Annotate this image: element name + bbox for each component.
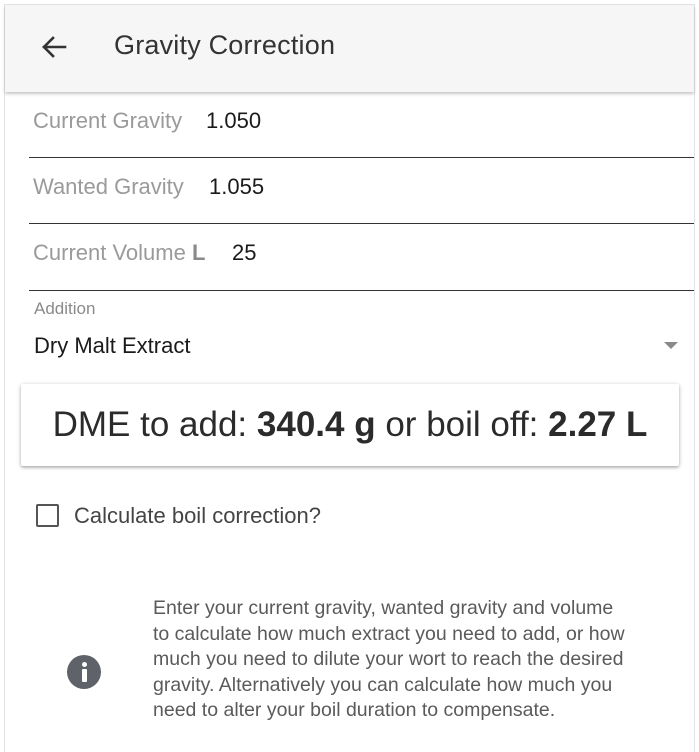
current-volume-input[interactable]: 25 [232,240,256,266]
current-gravity-label: Current Gravity [33,108,183,133]
addition-select-value: Dry Malt Extract [34,333,191,358]
boil-correction-checkbox[interactable] [36,504,59,527]
current-volume-field[interactable]: Current Volume L 25 [29,224,694,291]
wanted-gravity-field[interactable]: Wanted Gravity 1.055 [29,158,694,224]
extract-amount: 340.4 g [256,405,376,444]
info-text: Enter your current gravity, wanted gravi… [153,597,625,721]
wanted-gravity-input[interactable]: 1.055 [209,174,264,200]
app-bar: Gravity Correction [5,5,694,92]
current-gravity-field[interactable]: Current Gravity 1.050 [29,92,694,158]
current-volume-label-text: Current Volume [33,240,186,265]
arrow-left-icon [42,36,67,58]
wanted-gravity-label: Wanted Gravity [33,174,184,199]
current-gravity-input[interactable]: 1.050 [206,108,261,134]
page-title: Gravity Correction [114,30,336,60]
result-card: DME to add: 340.4 g or boil off: 2.27 L [21,384,679,466]
boil-correction-label: Calculate boil correction? [74,503,322,528]
boil-off-amount: 2.27 L [548,405,648,444]
app-frame: Gravity Correction Current Gravity 1.050… [4,4,695,752]
addition-select[interactable]: Dry Malt Extract [29,323,694,367]
chevron-down-icon [664,342,678,349]
result-middle: or boil off: [385,405,539,444]
back-button[interactable] [39,32,69,62]
addition-label: Addition [34,299,96,318]
info-icon [67,655,101,689]
volume-unit-label: L [191,240,206,265]
result-prefix: DME to add: [52,405,248,444]
current-volume-label: Current Volume L [33,240,205,266]
